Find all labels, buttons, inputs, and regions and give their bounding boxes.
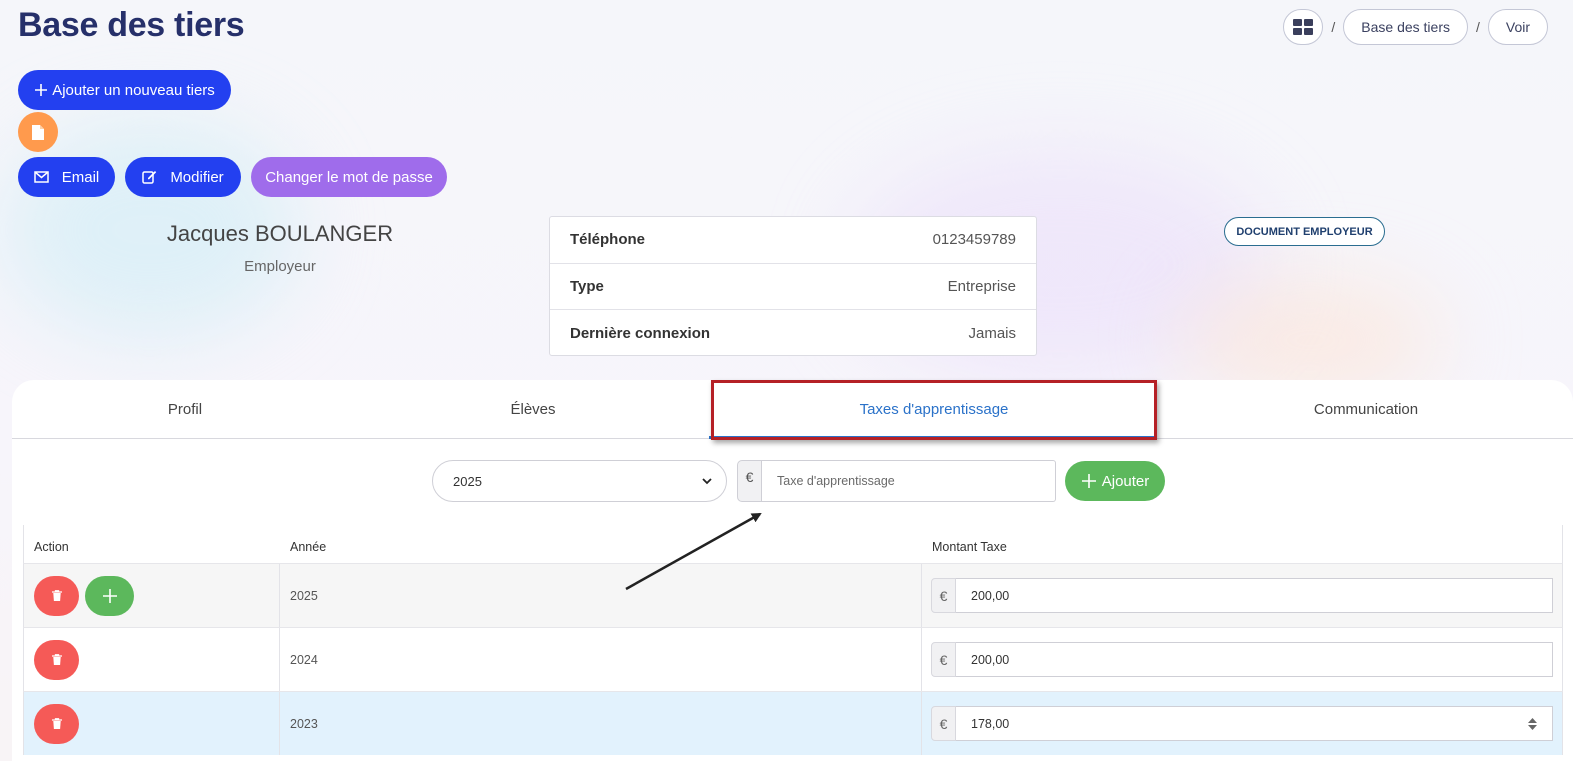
page-title: Base des tiers [18, 6, 245, 44]
info-label: Téléphone [570, 231, 646, 249]
currency-prefix: € [931, 578, 956, 613]
grid-icon [1293, 19, 1314, 35]
info-label: Type [570, 277, 604, 295]
tab-communication[interactable]: Communication [1156, 380, 1573, 439]
add-tiers-button[interactable]: Ajouter un nouveau tiers [18, 70, 231, 110]
trash-icon [51, 590, 62, 601]
table-row: 2024 € 200,00 [23, 627, 1563, 691]
number-spinner[interactable] [1528, 717, 1537, 730]
add-tiers-label: Ajouter un nouveau tiers [52, 81, 215, 99]
delete-button[interactable] [34, 639, 79, 680]
amount-input[interactable]: 200,00 [956, 642, 1553, 677]
edit-icon [142, 171, 157, 184]
info-label: Dernière connexion [570, 324, 711, 342]
info-row-derniere-connexion: Dernière connexion Jamais [550, 310, 1036, 357]
row-year: 2024 [280, 628, 922, 691]
table-row: 2023 € 178,00 [23, 691, 1563, 755]
breadcrumb-separator: / [1331, 19, 1336, 35]
currency-prefix: € [931, 642, 956, 677]
delete-button[interactable] [34, 575, 79, 616]
year-select-value: 2025 [453, 473, 482, 489]
amount-group: € 200,00 [931, 578, 1553, 613]
file-icon [32, 124, 44, 140]
delete-button[interactable] [34, 703, 79, 744]
tax-amount-input[interactable] [762, 460, 1056, 502]
ajouter-button[interactable]: Ajouter [1065, 461, 1165, 501]
change-password-button[interactable]: Changer le mot de passe [251, 157, 447, 197]
amount-value: 200,00 [971, 588, 1010, 603]
currency-prefix: € [737, 460, 762, 502]
plus-icon [1081, 474, 1096, 488]
tabs-panel: Profil Élèves Taxes d'apprentissage Comm… [12, 380, 1573, 761]
amount-group: € 200,00 [931, 642, 1553, 677]
document-button[interactable] [18, 112, 58, 152]
info-card: Téléphone 0123459789 Type Entreprise Der… [549, 216, 1037, 356]
breadcrumb: / Base des tiers / Voir [1283, 9, 1548, 45]
plus-icon [35, 84, 48, 96]
chevron-down-icon [1528, 724, 1537, 730]
info-row-telephone: Téléphone 0123459789 [550, 217, 1036, 264]
column-header-montant: Montant Taxe [932, 540, 1007, 554]
tab-profil[interactable]: Profil [12, 380, 358, 439]
breadcrumb-item-voir[interactable]: Voir [1487, 9, 1548, 45]
trash-icon [51, 654, 62, 665]
modifier-label: Modifier [170, 168, 224, 186]
currency-prefix: € [931, 706, 956, 741]
table-header: Action Année Montant Taxe [23, 525, 1563, 563]
breadcrumb-home-button[interactable] [1283, 9, 1324, 45]
tab-eleves[interactable]: Élèves [358, 380, 708, 439]
highlight-box [711, 380, 1157, 440]
amount-value: 178,00 [971, 716, 1010, 731]
row-year: 2025 [280, 564, 922, 627]
tax-table: Action Année Montant Taxe 2025 € 200,00 [23, 525, 1563, 755]
info-row-type: Type Entreprise [550, 264, 1036, 311]
chevron-down-icon [702, 477, 712, 484]
row-amount: € 200,00 [922, 564, 1562, 627]
amount-value: 200,00 [971, 652, 1010, 667]
breadcrumb-item-base-des-tiers[interactable]: Base des tiers [1343, 9, 1468, 45]
info-value: Jamais [968, 324, 1016, 342]
column-header-annee: Année [290, 540, 327, 554]
info-value: Entreprise [947, 277, 1016, 295]
document-employeur-button[interactable]: DOCUMENT EMPLOYEUR [1224, 217, 1385, 246]
row-amount: € 200,00 [922, 628, 1562, 691]
email-label: Email [61, 168, 100, 186]
row-amount: € 178,00 [922, 692, 1562, 755]
year-select[interactable]: 2025 [432, 460, 727, 502]
chevron-up-icon [1528, 717, 1537, 723]
plus-icon [102, 588, 117, 603]
tab-bar: Profil Élèves Taxes d'apprentissage Comm… [12, 380, 1573, 440]
trash-icon [51, 718, 62, 729]
table-row: 2025 € 200,00 [23, 563, 1563, 627]
add-row-button[interactable] [85, 575, 134, 616]
envelope-icon [33, 171, 49, 183]
row-actions [24, 692, 280, 755]
person-role: Employeur [244, 258, 316, 275]
row-actions [24, 564, 280, 627]
info-value: 0123459789 [932, 231, 1016, 249]
person-name: Jacques BOULANGER [166, 221, 394, 246]
amount-input[interactable]: 178,00 [956, 706, 1553, 741]
modifier-button[interactable]: Modifier [125, 157, 241, 197]
tax-amount-group: € [737, 460, 1056, 502]
row-actions [24, 628, 280, 691]
ajouter-label: Ajouter [1101, 472, 1150, 490]
breadcrumb-separator: / [1475, 19, 1480, 35]
column-header-action: Action [34, 540, 69, 554]
amount-group: € 178,00 [931, 706, 1553, 741]
row-year: 2023 [280, 692, 922, 755]
amount-input[interactable]: 200,00 [956, 578, 1553, 613]
email-button[interactable]: Email [18, 157, 115, 197]
